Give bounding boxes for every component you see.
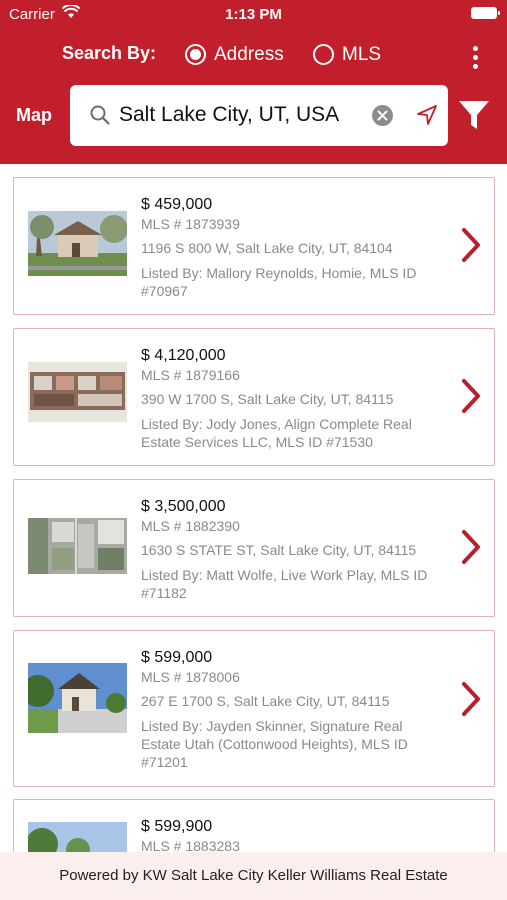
radio-mls[interactable] <box>313 44 334 65</box>
listing-address: 1196 S 800 W, Salt Lake City, UT, 84104 <box>141 240 393 256</box>
radio-address[interactable] <box>185 44 206 65</box>
filter-icon[interactable] <box>458 99 490 136</box>
listing-photo <box>28 518 127 574</box>
listing-price: $ 3,500,000 <box>141 498 226 515</box>
chevron-right-icon[interactable] <box>460 378 482 419</box>
search-by-label: Search By: <box>62 43 157 63</box>
footer: Powered by KW Salt Lake City Keller Will… <box>0 852 507 900</box>
app-header: Carrier 1:13 PM Search By: Address MLS M… <box>0 0 507 164</box>
more-options-icon[interactable] <box>473 46 479 70</box>
clear-icon[interactable] <box>372 105 393 126</box>
listing-price: $ 599,900 <box>141 818 213 835</box>
listing-card[interactable]: $ 459,000 MLS # 1873939 1196 S 800 W, Sa… <box>13 177 495 315</box>
listing-price: $ 459,000 <box>141 196 213 213</box>
listing-photo <box>28 822 127 852</box>
radio-mls-label[interactable]: MLS <box>342 44 381 66</box>
chevron-right-icon[interactable] <box>460 681 482 722</box>
listing-card[interactable]: $ 599,000 MLS # 1878006 267 E 1700 S, Sa… <box>13 630 495 787</box>
chevron-right-icon[interactable] <box>460 227 482 268</box>
search-icon <box>90 105 110 130</box>
listing-list[interactable]: $ 459,000 MLS # 1873939 1196 S 800 W, Sa… <box>0 164 507 852</box>
listing-mls: MLS # 1879166 <box>141 367 240 383</box>
listing-agent: Listed By: Matt Wolfe, Live Work Play, M… <box>141 567 428 601</box>
location-arrow-icon[interactable] <box>416 104 438 131</box>
listing-agent: Listed By: Jayden Skinner, Signature Rea… <box>141 718 408 770</box>
listing-address: 390 W 1700 S, Salt Lake City, UT, 84115 <box>141 391 394 407</box>
listing-address: 267 E 1700 S, Salt Lake City, UT, 84115 <box>141 693 390 709</box>
listing-card[interactable]: $ 599,900 MLS # 1883283 <box>13 799 495 852</box>
listing-card[interactable]: $ 4,120,000 MLS # 1879166 390 W 1700 S, … <box>13 328 495 466</box>
listing-address: 1630 S STATE ST, Salt Lake City, UT, 841… <box>141 542 417 558</box>
chevron-right-icon[interactable] <box>460 529 482 570</box>
listing-mls: MLS # 1878006 <box>141 669 240 685</box>
radio-address-label[interactable]: Address <box>214 44 284 66</box>
listing-mls: MLS # 1873939 <box>141 216 240 232</box>
listing-agent: Listed By: Mallory Reynolds, Homie, MLS … <box>141 265 417 299</box>
listing-photo <box>28 362 127 422</box>
listing-mls: MLS # 1883283 <box>141 838 240 852</box>
search-value[interactable]: Salt Lake City, UT, USA <box>119 103 339 127</box>
listing-photo <box>28 211 127 276</box>
map-button[interactable]: Map <box>16 105 52 126</box>
status-bar: Carrier 1:13 PM <box>0 0 507 28</box>
footer-text: Powered by KW Salt Lake City Keller Will… <box>59 867 448 884</box>
listing-agent: Listed By: Jody Jones, Align Complete Re… <box>141 416 412 450</box>
listing-price: $ 599,000 <box>141 649 213 666</box>
listing-card[interactable]: $ 3,500,000 MLS # 1882390 1630 S STATE S… <box>13 479 495 617</box>
battery-icon <box>471 7 500 19</box>
listing-photo <box>28 663 127 733</box>
clock: 1:13 PM <box>225 6 282 23</box>
listing-mls: MLS # 1882390 <box>141 518 240 534</box>
listing-price: $ 4,120,000 <box>141 347 226 364</box>
search-input[interactable]: Salt Lake City, UT, USA <box>70 85 448 146</box>
